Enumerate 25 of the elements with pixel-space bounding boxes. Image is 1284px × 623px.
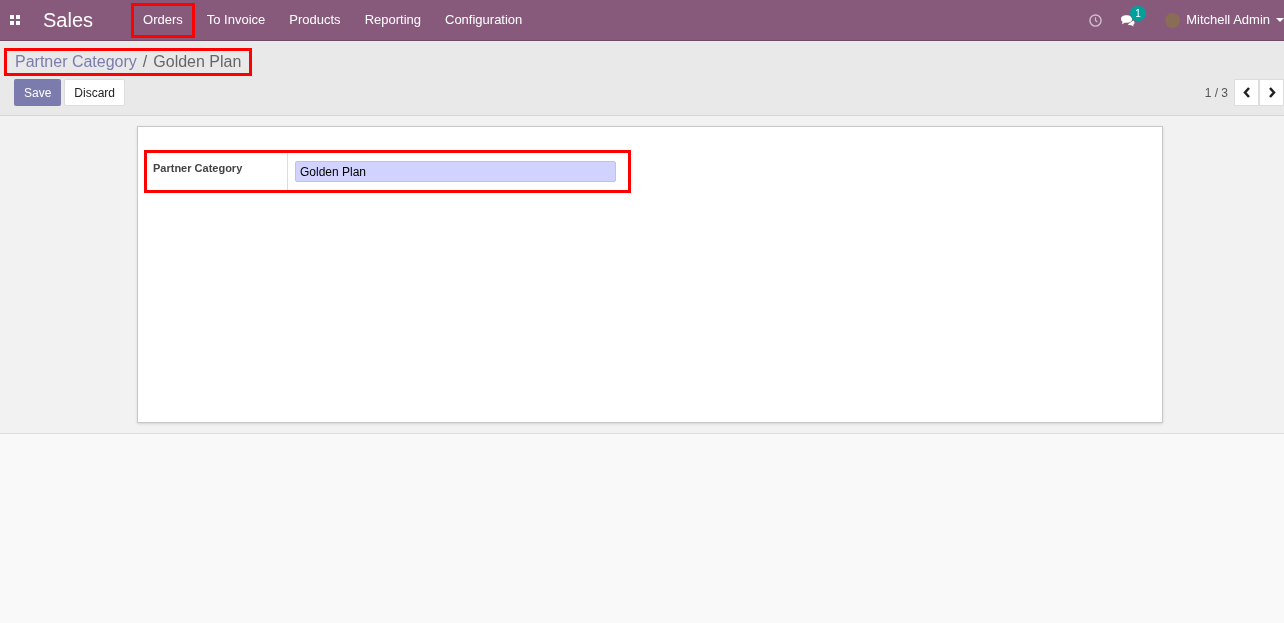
chat-icon[interactable] bbox=[1120, 13, 1136, 27]
pager-value: 1 / 3 bbox=[1204, 84, 1228, 102]
save-button[interactable]: Save bbox=[14, 79, 62, 106]
caret-icon bbox=[1276, 17, 1284, 23]
menu-item[interactable]: Reporting bbox=[352, 2, 433, 38]
next-button[interactable] bbox=[1259, 79, 1284, 106]
field-label: Partner Category bbox=[147, 153, 288, 190]
breadcrumb-current: Golden Plan bbox=[153, 52, 242, 72]
message-count-badge: 1 bbox=[1130, 5, 1146, 21]
breadcrumb-link[interactable]: Partner Category bbox=[15, 50, 137, 74]
breadcrumb-separator: / bbox=[142, 52, 148, 72]
menu-item[interactable]: Configuration bbox=[433, 2, 535, 38]
menu-item[interactable]: Products bbox=[277, 2, 353, 38]
user-avatar bbox=[1165, 12, 1181, 28]
clock-icon[interactable] bbox=[1089, 13, 1103, 27]
previous-button[interactable] bbox=[1234, 79, 1259, 106]
menu-item[interactable]: Orders bbox=[131, 2, 195, 38]
input-field[interactable]: Golden Plan bbox=[295, 161, 616, 182]
app-title: Sales bbox=[43, 8, 94, 33]
apps-menu-icon[interactable] bbox=[10, 15, 20, 25]
chevron-left-icon bbox=[1242, 87, 1251, 98]
menu-item[interactable]: To Invoice bbox=[194, 2, 278, 38]
chevron-right-icon bbox=[1267, 87, 1276, 98]
user-menu[interactable]: Mitchell Admin bbox=[1186, 10, 1284, 30]
discard-button[interactable]: Discard bbox=[64, 79, 126, 106]
